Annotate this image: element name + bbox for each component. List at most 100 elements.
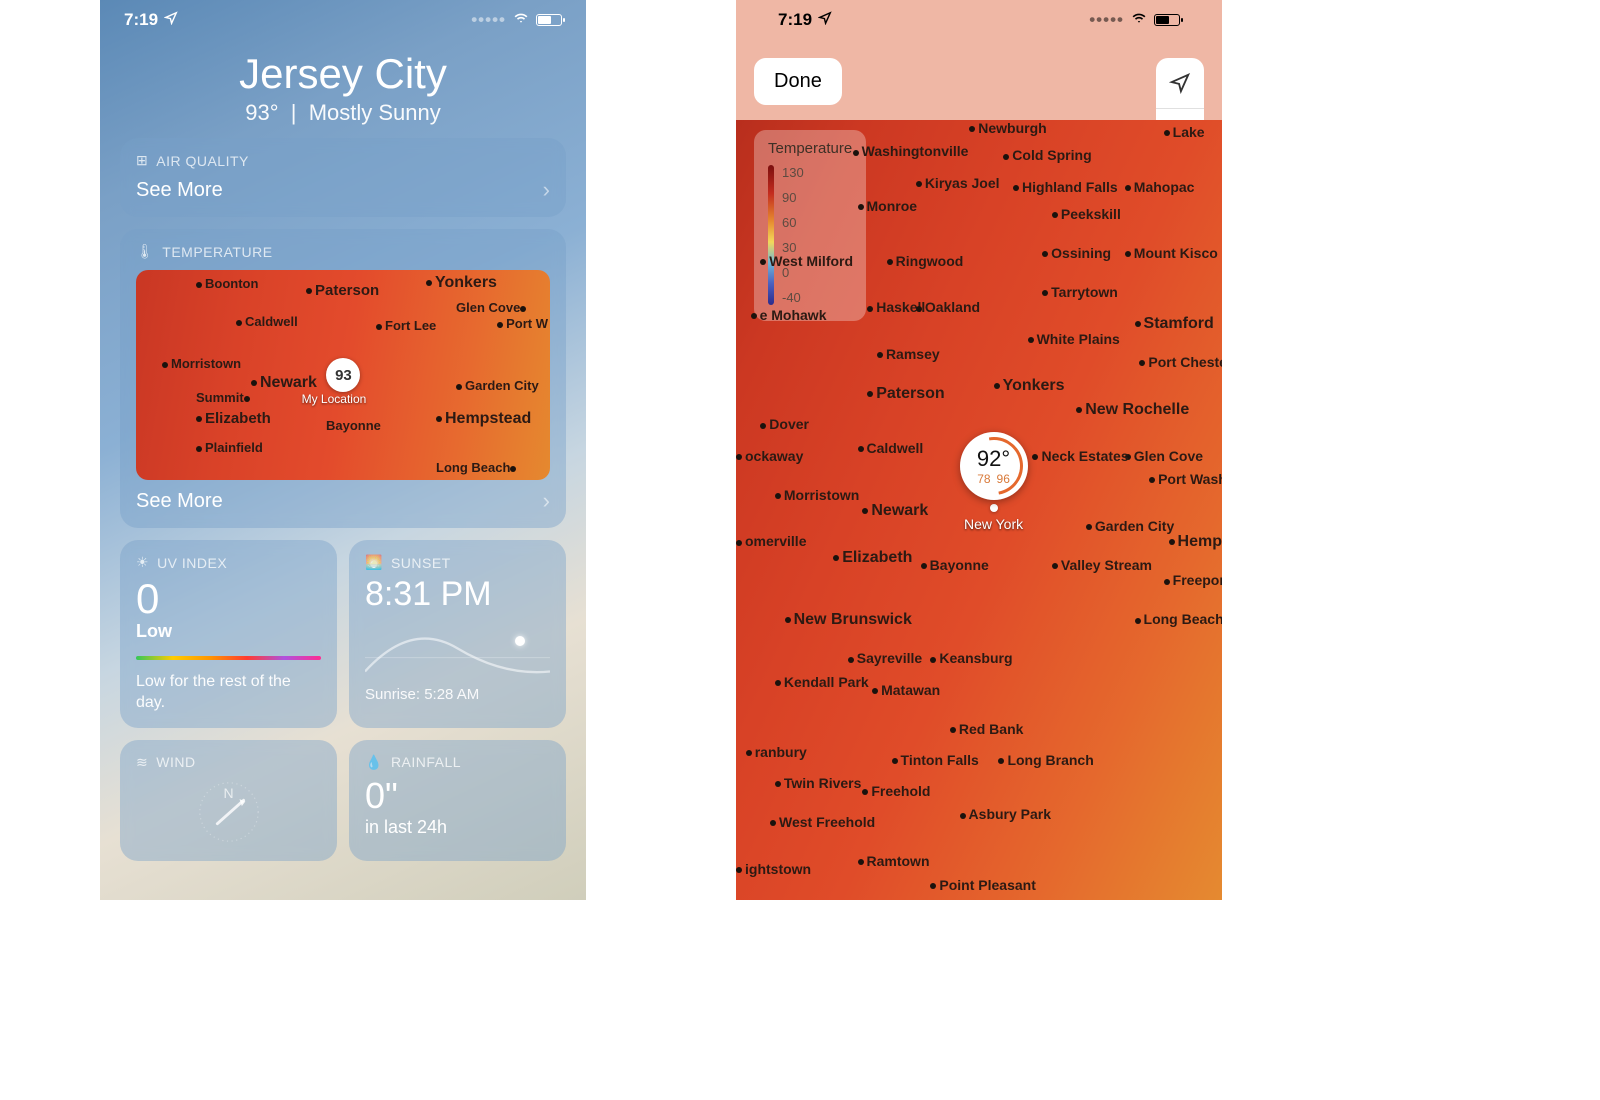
wind-icon: ≋: [136, 754, 148, 771]
location-arrow-icon: [164, 10, 178, 30]
wind-card[interactable]: ≋WIND N: [120, 740, 337, 861]
location-header: Jersey City 93° | Mostly Sunny: [100, 50, 586, 126]
legend-gradient-bar: [768, 165, 774, 305]
uv-gradient-bar: [136, 656, 321, 660]
uv-description: Low for the rest of the day.: [136, 672, 321, 714]
map-city-label: Kiryas Joel: [916, 175, 1000, 191]
map-city-label: Washingtonville: [853, 143, 969, 159]
map-city-label: Caldwell: [858, 440, 924, 456]
wifi-icon: [1130, 10, 1148, 30]
sunrise-label: Sunrise: 5:28 AM: [365, 686, 550, 703]
map-city-label: Sayreville: [848, 650, 922, 666]
map-city-label: Tinton Falls: [892, 752, 979, 768]
air-quality-card[interactable]: ⊞ AIR QUALITY See More ›: [120, 138, 566, 217]
done-button[interactable]: Done: [754, 58, 842, 105]
card-title: RAINFALL: [391, 754, 461, 770]
sunset-icon: 🌅: [365, 554, 383, 571]
card-title: AIR QUALITY: [156, 153, 249, 169]
location-pin[interactable]: 93: [326, 358, 360, 392]
current-condition: Mostly Sunny: [309, 100, 441, 125]
pin-temp: 92°: [977, 446, 1010, 472]
map-city-label: Matawan: [872, 682, 940, 698]
wifi-icon: [512, 10, 530, 30]
map-city-label: Paterson: [867, 385, 944, 403]
uv-index-card[interactable]: ☀ UV INDEX 0 Low Low for the rest of the …: [120, 540, 337, 728]
status-bar: 7:19 •••••: [754, 0, 1204, 40]
sun-path-graph: [365, 628, 550, 678]
card-title: UV INDEX: [157, 555, 227, 571]
map-city-label: Tarrytown: [1042, 284, 1118, 300]
temperature-card[interactable]: 🌡 TEMPERATURE Boonton Paterson Yonkers Ca…: [120, 229, 566, 528]
rainfall-card[interactable]: 💧RAINFALL 0" in last 24h: [349, 740, 566, 861]
cell-signal-icon: •••••: [1089, 10, 1124, 30]
map-city-label: omerville: [736, 533, 806, 549]
map-city-label: Highland Falls: [1013, 179, 1118, 195]
map-city-label: Cold Spring: [1003, 147, 1091, 163]
map-city-label: Bayonne: [921, 557, 989, 573]
map-city-label: White Plains: [1028, 331, 1120, 347]
map-city-label: Garden City: [1086, 518, 1174, 534]
map-city-label: Mahopac: [1125, 179, 1195, 195]
map-city-label: Newburgh: [969, 120, 1046, 136]
status-time: 7:19: [778, 10, 812, 30]
map-city-label: Ramsey: [877, 346, 940, 362]
status-time: 7:19: [124, 10, 158, 30]
map-city-label: Valley Stream: [1052, 557, 1152, 573]
battery-icon: [1154, 14, 1180, 26]
map-city-label: Ringwood: [887, 253, 964, 269]
card-title: TEMPERATURE: [162, 244, 272, 260]
map-city-label: New Brunswick: [785, 611, 912, 629]
map-city-label: Morristown: [775, 487, 859, 503]
grid-icon: ⊞: [136, 152, 148, 169]
map-city-label: Keansburg: [930, 650, 1012, 666]
card-title: WIND: [156, 754, 195, 770]
sunset-card[interactable]: 🌅 SUNSET 8:31 PM Sunrise: 5:28 AM: [349, 540, 566, 728]
rainfall-value: 0": [365, 775, 550, 817]
temperature-map[interactable]: Temperature 130 90 60 30 0 -40 NewburghL…: [736, 120, 1222, 900]
map-location-pin[interactable]: 92° 7896 New York: [960, 432, 1028, 532]
weather-app-screen: 7:19 ••••• Jersey City 93° | Mostly Sunn…: [100, 0, 586, 900]
chevron-right-icon: ›: [543, 177, 550, 203]
map-city-label: e Mohawk: [751, 307, 827, 323]
see-more-link[interactable]: See More: [136, 179, 223, 202]
map-city-label: Newark: [862, 502, 928, 520]
temperature-mini-map[interactable]: Boonton Paterson Yonkers Caldwell Fort L…: [136, 270, 550, 480]
status-bar: 7:19 •••••: [100, 0, 586, 40]
droplet-icon: 💧: [365, 754, 383, 771]
map-city-label: Dover: [760, 416, 809, 432]
map-city-label: Peekskill: [1052, 206, 1121, 222]
map-city-label: West Freehold: [770, 814, 875, 830]
legend-labels: 130 90 60 30 0 -40: [782, 165, 804, 305]
map-city-label: Twin Rivers: [775, 775, 862, 791]
map-city-label: ockaway: [736, 448, 803, 464]
map-city-label: Yonkers: [994, 377, 1065, 395]
sun-icon: ☀: [136, 554, 149, 571]
thermometer-icon: 🌡: [136, 243, 154, 260]
current-temp: 93°: [245, 100, 278, 125]
legend-title: Temperature: [768, 140, 852, 157]
map-city-label: Port Washington: [1149, 471, 1222, 487]
map-city-label: Freeport: [1164, 572, 1222, 588]
sunset-time: 8:31 PM: [365, 575, 550, 614]
uv-level: Low: [136, 621, 321, 642]
map-city-label: Ossining: [1042, 245, 1111, 261]
map-city-label: Ramtown: [858, 853, 930, 869]
map-city-label: ightstown: [736, 861, 811, 877]
card-title: SUNSET: [391, 555, 451, 571]
pin-label: My Location: [302, 392, 367, 406]
see-more-link[interactable]: See More: [136, 490, 223, 513]
map-city-label: Monroe: [858, 198, 918, 214]
city-name: Jersey City: [100, 50, 586, 98]
map-city-label: Freehold: [862, 783, 930, 799]
pin-low: 78: [977, 472, 990, 486]
map-city-label: Kendall Park: [775, 674, 869, 690]
map-city-label: ranbury: [746, 744, 807, 760]
map-city-label: Hempstea: [1169, 533, 1222, 551]
map-city-label: Glen Cove: [1125, 448, 1203, 464]
pin-city-label: New York: [960, 516, 1028, 532]
map-city-label: New Rochelle: [1076, 401, 1189, 419]
map-city-label: Stamford: [1135, 315, 1214, 333]
locate-button[interactable]: [1156, 58, 1204, 109]
uv-value: 0: [136, 575, 321, 623]
location-arrow-icon: [818, 10, 832, 30]
